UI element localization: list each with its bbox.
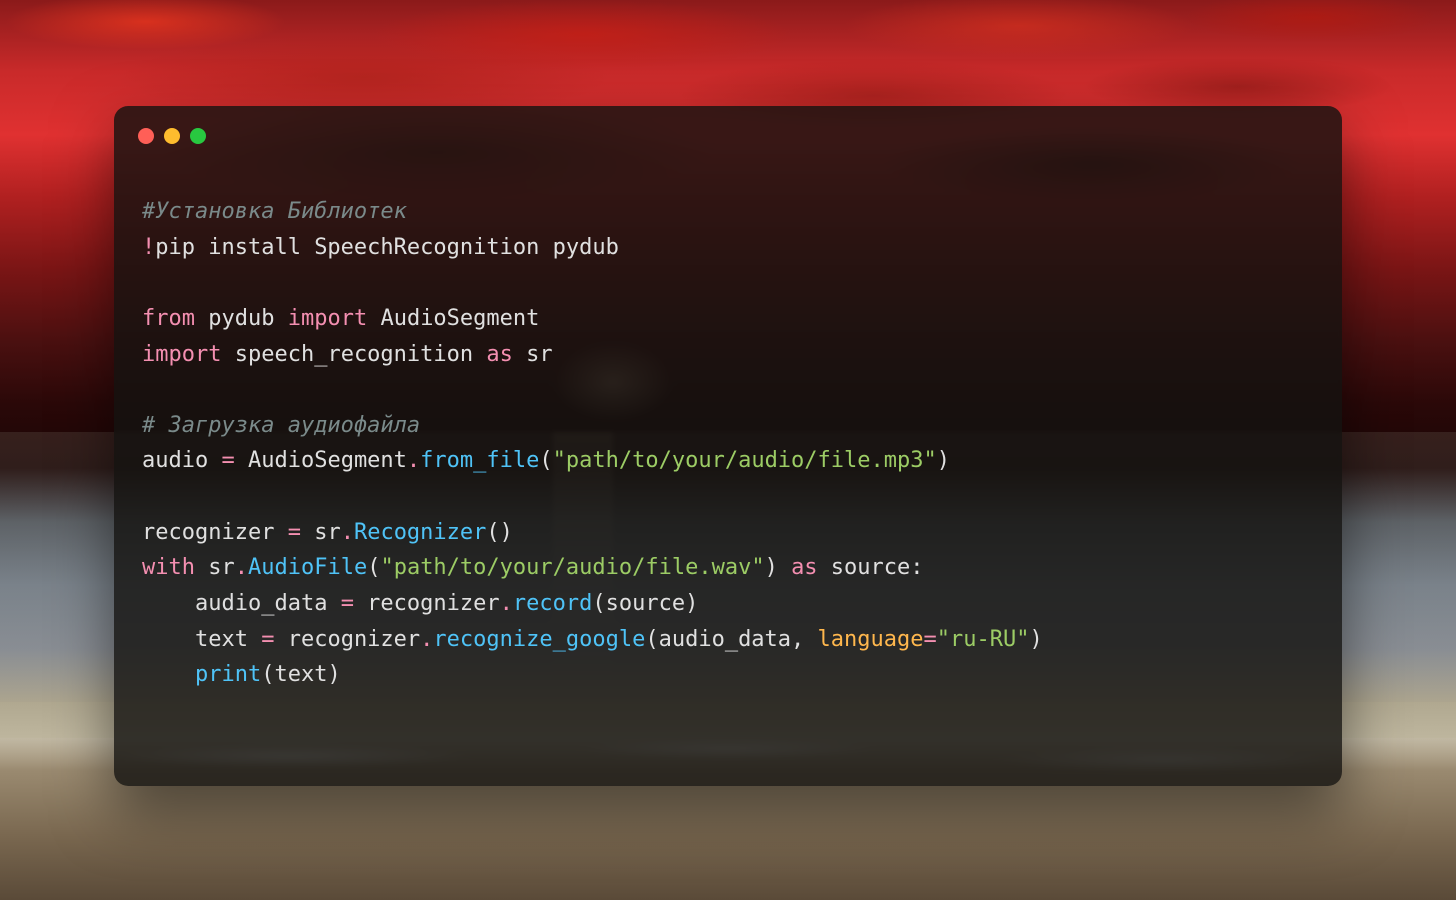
code-token: print	[195, 662, 261, 687]
code-token: record	[513, 591, 592, 616]
code-token: ,	[791, 627, 818, 652]
code-token: =	[221, 448, 234, 473]
code-line: !pip install SpeechRecognition pydub	[142, 230, 1314, 266]
code-token: audio	[142, 448, 221, 473]
code-token: "path/to/your/audio/file.wav"	[380, 555, 764, 580]
code-token: # Загрузка аудиофайла	[142, 413, 420, 438]
code-token: audio_data	[659, 627, 791, 652]
code-line: from pydub import AudioSegment	[142, 301, 1314, 337]
code-line: with sr.AudioFile("path/to/your/audio/fi…	[142, 550, 1314, 586]
code-token: sr	[301, 520, 341, 545]
code-token: =	[924, 627, 937, 652]
code-token	[142, 662, 195, 687]
maximize-icon[interactable]	[190, 128, 206, 144]
code-token: )	[937, 448, 950, 473]
code-line: audio_data = recognizer.record(source)	[142, 586, 1314, 622]
code-token	[142, 591, 195, 616]
code-token: )	[1029, 627, 1042, 652]
code-line: print(text)	[142, 657, 1314, 693]
code-token: )	[765, 555, 778, 580]
code-token: =	[261, 627, 274, 652]
code-token: pydub	[208, 306, 274, 331]
code-token: AudioFile	[248, 555, 367, 580]
code-line: import speech_recognition as sr	[142, 337, 1314, 373]
code-window: #Установка Библиотек!pip install SpeechR…	[114, 106, 1342, 786]
code-token	[778, 555, 791, 580]
code-token: AudioSegment	[380, 306, 539, 331]
code-token: audio_data	[195, 591, 341, 616]
code-line	[142, 479, 1314, 515]
code-token: .	[500, 591, 513, 616]
code-token	[473, 342, 486, 367]
code-token	[142, 627, 195, 652]
code-token: :	[910, 555, 923, 580]
code-token: source	[818, 555, 911, 580]
code-token: text	[274, 662, 327, 687]
code-token: recognizer	[142, 520, 288, 545]
code-token: sr	[526, 342, 553, 367]
code-token: .	[407, 448, 420, 473]
code-token: source	[606, 591, 685, 616]
code-token: (	[645, 627, 658, 652]
code-token: (	[592, 591, 605, 616]
code-line: text = recognizer.recognize_google(audio…	[142, 622, 1314, 658]
code-token	[221, 342, 234, 367]
minimize-icon[interactable]	[164, 128, 180, 144]
code-token	[274, 306, 287, 331]
code-token: speech_recognition	[235, 342, 473, 367]
code-line	[142, 265, 1314, 301]
window-controls	[114, 106, 1342, 144]
code-token: "path/to/your/audio/file.mp3"	[553, 448, 937, 473]
code-token: .	[341, 520, 354, 545]
code-token: =	[341, 591, 354, 616]
code-line: recognizer = sr.Recognizer()	[142, 515, 1314, 551]
code-token: as	[486, 342, 513, 367]
code-token: language	[818, 627, 924, 652]
code-token: pip install SpeechRecognition pydub	[155, 235, 619, 260]
code-token: recognize_google	[433, 627, 645, 652]
code-line: #Установка Библиотек	[142, 194, 1314, 230]
code-token	[513, 342, 526, 367]
code-token	[195, 306, 208, 331]
code-token: with	[142, 555, 195, 580]
code-token: sr	[195, 555, 235, 580]
code-token: import	[142, 342, 221, 367]
code-token: .	[235, 555, 248, 580]
code-token: .	[420, 627, 433, 652]
code-token: from	[142, 306, 195, 331]
code-token	[367, 306, 380, 331]
code-token: !	[142, 235, 155, 260]
code-token: recognizer	[354, 591, 500, 616]
code-token: AudioSegment	[235, 448, 407, 473]
code-line: audio = AudioSegment.from_file("path/to/…	[142, 443, 1314, 479]
close-icon[interactable]	[138, 128, 154, 144]
code-token: (	[367, 555, 380, 580]
code-token: as	[791, 555, 818, 580]
code-token: )	[685, 591, 698, 616]
code-token: ()	[486, 520, 513, 545]
code-line: # Загрузка аудиофайла	[142, 408, 1314, 444]
code-token: (	[261, 662, 274, 687]
code-token: =	[288, 520, 301, 545]
code-token: )	[327, 662, 340, 687]
code-line	[142, 372, 1314, 408]
code-token: from_file	[420, 448, 539, 473]
code-token: (	[539, 448, 552, 473]
code-editor-content[interactable]: #Установка Библиотек!pip install SpeechR…	[114, 144, 1342, 721]
code-token: Recognizer	[354, 520, 486, 545]
code-token: import	[288, 306, 367, 331]
code-token: #Установка Библиотек	[142, 199, 407, 224]
code-token: recognizer	[274, 627, 420, 652]
code-token: "ru-RU"	[937, 627, 1030, 652]
code-token: text	[195, 627, 261, 652]
